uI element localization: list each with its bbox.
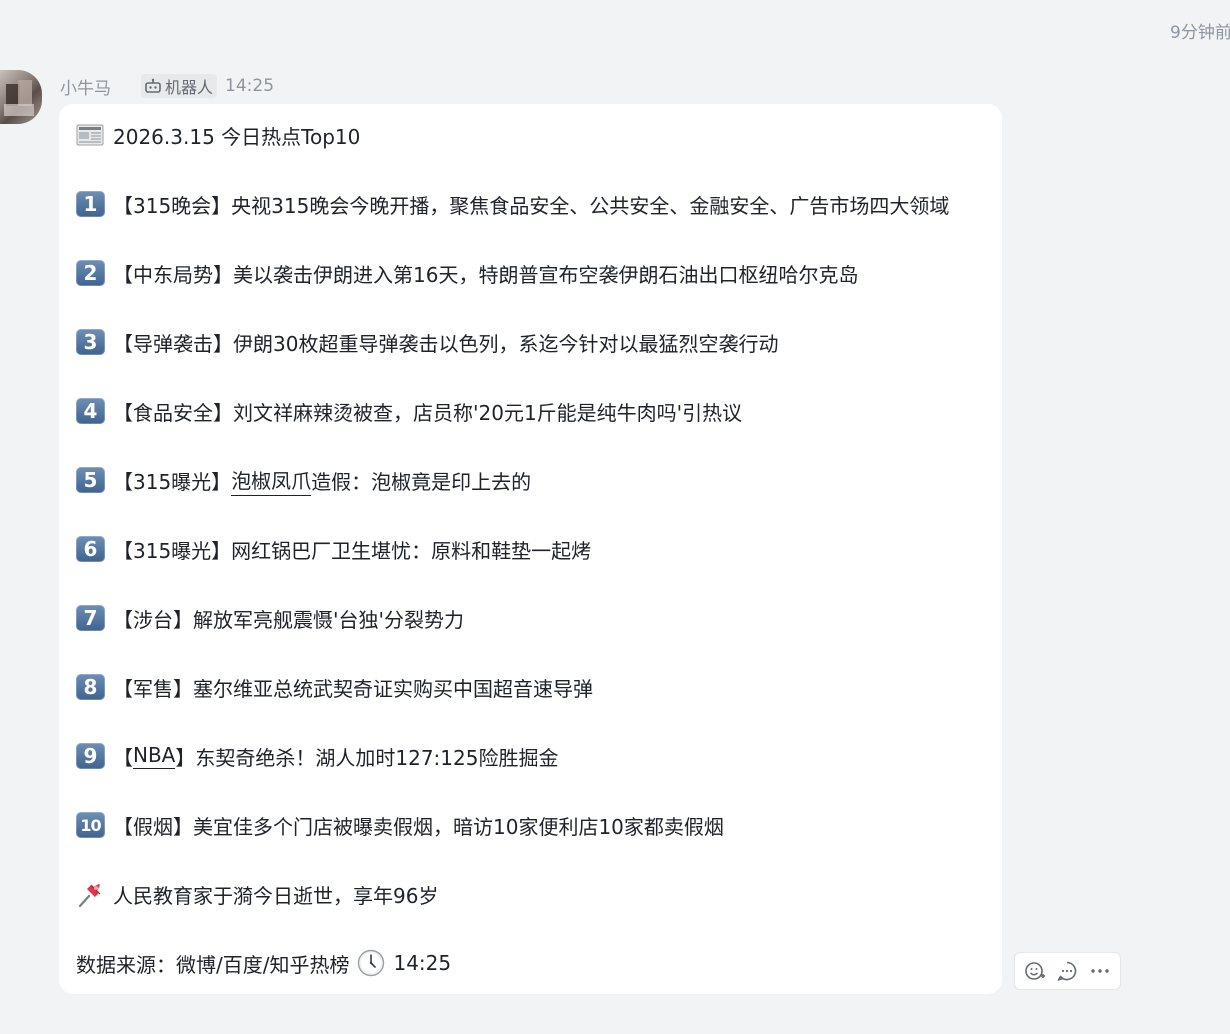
pinned-line: 人民教育家于漪今日逝世，享年96岁 [76,879,438,909]
bot-tag: 机器人 [141,74,218,98]
list-item: 10 【假烟】美宜佳多个门店被曝卖假烟，暗访10家便利店10家都卖假烟 [76,810,724,840]
message-time: 14:25 [225,76,275,96]
bot-tag-label: 机器人 [165,78,214,97]
item-text: 【中东局势】美以袭击伊朗进入第16天，特朗普宣布空袭伊朗石油出口枢纽哈尔克岛 [113,262,859,287]
list-item: 2 【中东局势】美以袭击伊朗进入第16天，特朗普宣布空袭伊朗石油出口枢纽哈尔克岛 [76,258,858,288]
item-text: 【导弹袭击】伊朗30枚超重导弹袭击以色列，系迄今针对以最猛烈空袭行动 [113,331,779,356]
number-badge: 1 [76,191,105,217]
number-badge: 4 [76,398,105,424]
item-text: 【食品安全】刘文祥麻辣烫被查，店员称'20元1斤能是纯牛肉吗'引热议 [113,400,743,425]
reply-icon [1058,961,1077,981]
pinned-text: 人民教育家于漪今日逝世，享年96岁 [113,883,439,908]
add-reaction-icon [1025,962,1046,980]
pushpin-icon [78,884,101,908]
number-badge: 6 [76,536,105,562]
message-actions [1014,952,1121,990]
item-text-suffix: 】东契奇绝杀！湖人加时127:125险胜掘金 [175,745,559,770]
message-bubble[interactable]: 2026.3.15 今日热点Top10 1 【315晚会】央视315晚会今晚开播… [59,104,1002,994]
keyword-link[interactable]: 泡椒凤爪 [231,465,312,496]
keyword-link[interactable]: NBA [133,743,176,769]
list-item: 1 【315晚会】央视315晚会今晚开播，聚焦食品安全、公共安全、金融安全、广告… [76,189,949,219]
number-badge: 9 [76,743,105,769]
clock-icon [358,949,385,977]
list-item: 5 【315曝光】 泡椒凤爪 造假：泡椒竟是印上去的 [76,465,532,496]
list-item: 7 【涉台】解放军亮舰震慑'台独'分裂势力 [76,603,464,633]
reply-button[interactable] [1053,957,1081,985]
item-text-suffix: 造假：泡椒竟是印上去的 [311,469,532,494]
sender-row: 小牛马 机器人 14:25 [60,74,275,99]
newspaper-icon [76,124,104,146]
add-reaction-button[interactable] [1021,957,1049,985]
list-item: 3 【导弹袭击】伊朗30枚超重导弹袭击以色列，系迄今针对以最猛烈空袭行动 [76,327,778,357]
message-title-line: 2026.3.15 今日热点Top10 [76,120,360,150]
item-text-prefix: 【315曝光】 [113,469,232,494]
item-text: 【315曝光】网红锅巴厂卫生堪忧：原料和鞋垫一起烤 [113,538,592,563]
list-item: 4 【食品安全】刘文祥麻辣烫被查，店员称'20元1斤能是纯牛肉吗'引热议 [76,396,742,426]
more-button[interactable] [1086,957,1114,985]
source-line: 数据来源：微博/百度/知乎热榜 14:25 [76,948,451,978]
list-item: 8 【军售】塞尔维亚总统武契奇证实购买中国超音速导弹 [76,672,593,702]
time-ago: 9分钟前 [1170,23,1230,43]
sender-name[interactable]: 小牛马 [60,74,111,99]
robot-icon [145,78,161,93]
item-text: 【涉台】解放军亮舰震慑'台独'分裂势力 [113,607,464,632]
item-text: 【假烟】美宜佳多个门店被曝卖假烟，暗访10家便利店10家都卖假烟 [113,814,724,839]
number-badge: 3 [76,329,105,355]
source-time: 14:25 [393,951,452,975]
avatar[interactable] [0,70,42,124]
item-text: 【军售】塞尔维亚总统武契奇证实购买中国超音速导弹 [113,676,593,701]
number-badge: 7 [76,605,105,631]
more-icon [1091,969,1109,973]
number-badge: 10 [76,812,105,838]
list-item: 9 【 NBA 】东契奇绝杀！湖人加时127:125险胜掘金 [76,741,558,771]
item-text-prefix: 【 [113,745,133,770]
list-item: 6 【315曝光】网红锅巴厂卫生堪忧：原料和鞋垫一起烤 [76,534,591,564]
message-title: 2026.3.15 今日热点Top10 [113,124,361,149]
number-badge: 8 [76,674,105,700]
number-badge: 2 [76,260,105,286]
source-label: 数据来源：微博/百度/知乎热榜 [76,952,350,977]
item-text: 【315晚会】央视315晚会今晚开播，聚焦食品安全、公共安全、金融安全、广告市场… [113,193,950,218]
number-badge: 5 [76,467,105,493]
